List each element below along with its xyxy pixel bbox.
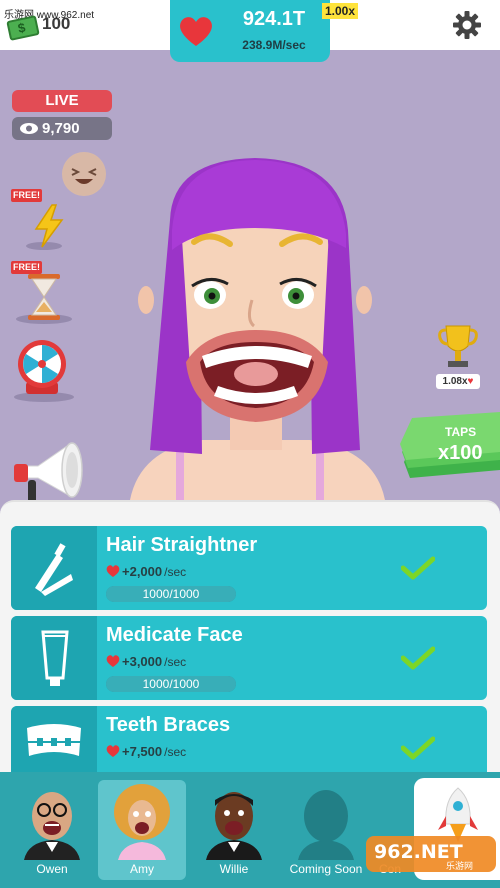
upgrade-card-hair-straightner[interactable]: Hair Straightner +2,000/sec 1000/1000 [11, 526, 487, 610]
upgrade-icon-box [11, 616, 97, 700]
upgrade-card-teeth-braces[interactable]: Teeth Braces +7,500/sec [11, 706, 487, 772]
upgrade-title: Hair Straightner [106, 534, 258, 556]
character-name: Owen [36, 862, 68, 876]
site-brand-sub: 乐游网 [446, 860, 473, 872]
upgrade-progress-bar: 1000/1000 [106, 586, 236, 602]
lightning-bolt-icon[interactable] [32, 204, 66, 248]
check-icon [401, 736, 435, 760]
live-badge: LIVE [12, 90, 112, 112]
upgrade-icon-box [11, 526, 97, 610]
taps-count: x100 [438, 442, 483, 464]
eye-icon [20, 123, 38, 134]
heart-icon [106, 655, 120, 667]
laughing-emoji-icon[interactable] [62, 152, 106, 196]
heart-icon [106, 745, 120, 757]
upgrade-card-medicate-face[interactable]: Medicate Face +3,000/sec 1000/1000 [11, 616, 487, 700]
upgrade-icon-box [11, 706, 97, 772]
gear-icon[interactable] [452, 10, 482, 40]
character-name: Willie [219, 862, 249, 876]
check-icon [401, 646, 435, 670]
site-brand: 962.NET [374, 841, 463, 863]
upgrade-progress-text: 1000/1000 [142, 677, 200, 691]
upgrade-rate: +7,500/sec [122, 744, 187, 759]
free-tag-energy: FREE! [11, 189, 42, 202]
trophy-multiplier: 1.08x♥ [436, 374, 480, 389]
taps-label: TAPS [445, 425, 477, 439]
cash-value: 100 [42, 14, 71, 33]
character-slot-owen[interactable]: Owen [8, 780, 96, 880]
character-amy[interactable] [110, 150, 400, 500]
willie-avatar [206, 792, 262, 860]
hair-straightener-icon [35, 543, 73, 596]
prize-wheel-icon[interactable] [16, 338, 68, 396]
heart-icon: ♥ [467, 376, 474, 387]
character-name: Amy [130, 862, 154, 876]
viewer-count: 9,790 [42, 120, 80, 137]
upgrade-rate: +3,000/sec [122, 654, 187, 669]
amy-avatar [114, 784, 170, 860]
heart-icon [106, 565, 120, 577]
heart-icon [180, 17, 212, 46]
check-icon [401, 556, 435, 580]
character-slot-willie[interactable]: Willie [190, 780, 278, 880]
score-total: 924.1T [242, 8, 306, 30]
character-slot-amy[interactable]: Amy [98, 780, 186, 880]
character-slot-coming-soon[interactable]: Coming Soon [282, 780, 370, 880]
upgrade-rate: +2,000/sec [122, 564, 187, 579]
character-name: Coming Soon [289, 862, 363, 876]
score-rate: 238.9M/sec [242, 38, 306, 52]
free-tag-hourglass: FREE! [11, 261, 42, 274]
viewer-count-badge: 9,790 [12, 117, 112, 140]
multiplier-badge: 1.00x [322, 3, 359, 19]
upgrades-panel: Hair Straightner +2,000/sec 1000/1000 Me… [0, 500, 500, 772]
cream-tube-icon [41, 630, 69, 686]
site-logo-watermark: 962.NET 乐游网 [366, 836, 496, 872]
braces-icon [27, 724, 81, 756]
score-panel: 924.1T 238.9M/sec [170, 0, 330, 62]
upgrade-progress-text: 1000/1000 [142, 587, 200, 601]
owen-avatar [24, 792, 80, 860]
locked-silhouette-icon [298, 790, 354, 860]
hourglass-icon[interactable] [26, 274, 62, 320]
upgrade-progress-bar: 1000/1000 [106, 676, 236, 692]
upgrade-title: Teeth Braces [106, 714, 231, 736]
upgrade-title: Medicate Face [106, 624, 243, 646]
